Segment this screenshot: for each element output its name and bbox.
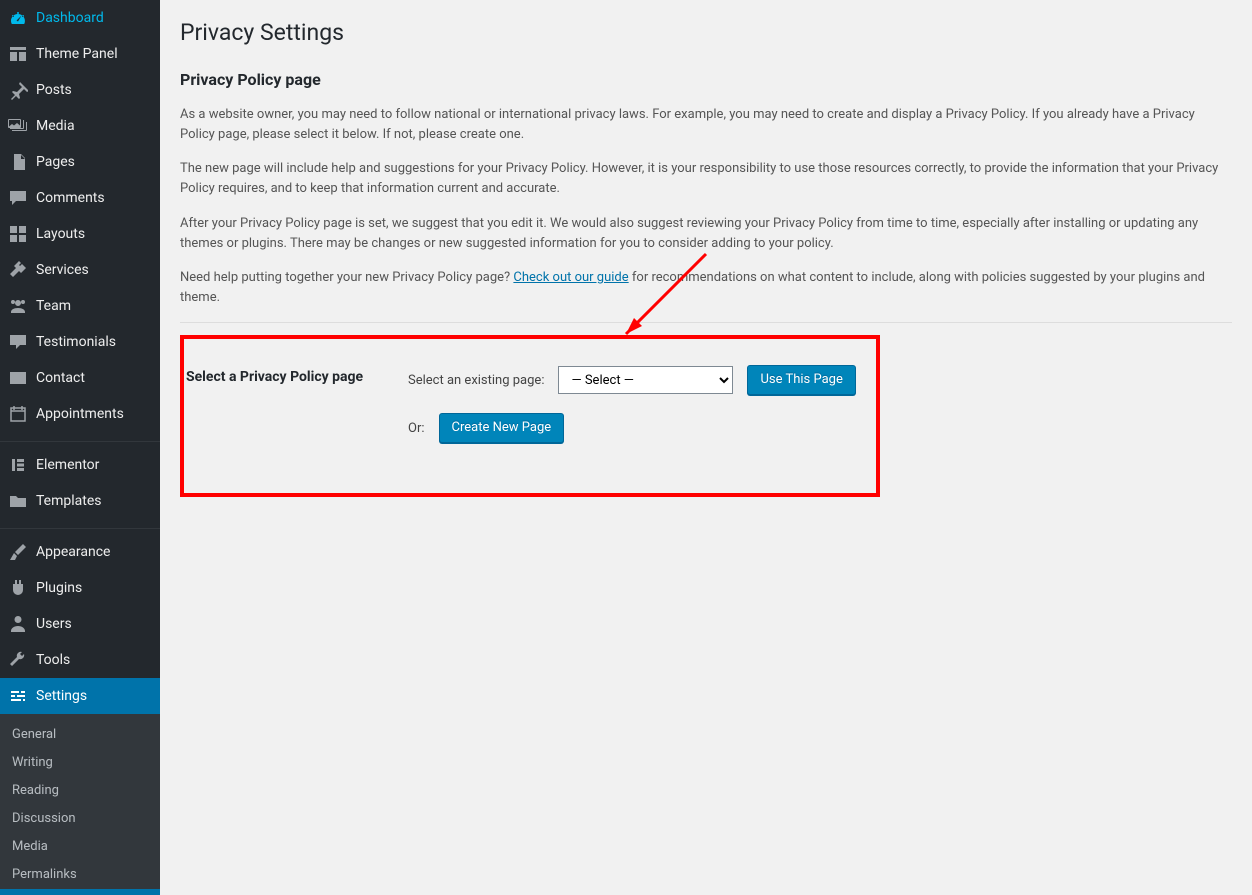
sidebar-item-elementor: Elementor [0,447,160,483]
or-label: Or: [408,421,425,436]
sidebar-label: Tools [36,651,70,669]
sidebar-item-appointments: Appointments [0,396,160,432]
sidebar-label: Templates [36,492,102,510]
page-icon [8,152,28,172]
plugin-icon [8,578,28,598]
sidebar-item-posts: Posts [0,72,160,108]
sidebar-item-settings: Settings [0,678,160,714]
groups-icon [8,296,28,316]
folder-icon [8,491,28,511]
sidebar-label: Contact [36,369,85,387]
elementor-icon [8,455,28,475]
grid-icon [8,224,28,244]
hammer-icon [8,260,28,280]
testimonial-icon [8,332,28,352]
sidebar-item-services: Services [0,252,160,288]
submenu-item-general: General [0,721,160,749]
create-new-page-button[interactable]: Create New Page [439,413,565,443]
media-icon [8,116,28,136]
sidebar-label: Posts [36,81,72,99]
submenu-item-discussion: Discussion [0,805,160,833]
admin-sidebar: Dashboard Theme Panel Posts Media Pages … [0,0,160,895]
sidebar-item-templates: Templates [0,483,160,519]
intro-paragraph-2: The new page will include help and sugge… [180,159,1230,199]
sidebar-item-pages: Pages [0,144,160,180]
sidebar-label: Dashboard [36,9,104,27]
sidebar-item-tools: Tools [0,642,160,678]
sidebar-label: Plugins [36,579,82,597]
section-heading: Privacy Policy page [180,70,1232,89]
sidebar-item-comments: Comments [0,180,160,216]
sidebar-item-testimonials: Testimonials [0,324,160,360]
settings-submenu: General Writing Reading Discussion Media… [0,714,160,895]
sidebar-item-appearance: Appearance [0,534,160,570]
sidebar-label: Team [36,297,71,315]
sidebar-item-plugins: Plugins [0,570,160,606]
sidebar-label: Comments [36,189,105,207]
separator [0,437,160,442]
page-title: Privacy Settings [180,19,1232,46]
sidebar-label: Media [36,117,75,135]
brush-icon [8,542,28,562]
sidebar-item-layouts: Layouts [0,216,160,252]
annotation-arrow [596,244,716,364]
sidebar-label: Users [36,615,72,633]
sidebar-item-team: Team [0,288,160,324]
pin-icon [8,80,28,100]
sidebar-label: Layouts [36,225,85,243]
dashboard-icon [8,8,28,28]
privacy-page-select[interactable]: — Select — [558,366,733,394]
comment-icon [8,188,28,208]
calendar-icon [8,404,28,424]
sidebar-label: Elementor [36,456,99,474]
sidebar-label: Appointments [36,405,124,423]
highlighted-form-area: Select a Privacy Policy page Select an e… [180,335,880,497]
submenu-item-reading: Reading [0,777,160,805]
sidebar-item-theme-panel: Theme Panel [0,36,160,72]
select-existing-label: Select an existing page: [408,373,544,388]
sidebar-item-contact: Contact [0,360,160,396]
user-icon [8,614,28,634]
submenu-item-privacy: Privacy [0,889,160,895]
sliders-icon [8,686,28,706]
sidebar-item-media: Media [0,108,160,144]
sidebar-label: Theme Panel [36,45,118,63]
submenu-item-media: Media [0,833,160,861]
submenu-item-permalinks: Permalinks [0,861,160,889]
sidebar-item-dashboard: Dashboard [0,0,160,36]
sidebar-label: Services [36,261,89,279]
separator [0,524,160,529]
intro-paragraph-1: As a website owner, you may need to foll… [180,105,1230,145]
use-this-page-button[interactable]: Use This Page [747,365,855,395]
content-area: Privacy Settings Privacy Policy page As … [160,0,1252,895]
sidebar-label: Pages [36,153,75,171]
form-row-label: Select a Privacy Policy page [186,359,406,467]
email-icon [8,368,28,388]
layout-icon [8,44,28,64]
sidebar-item-users: Users [0,606,160,642]
wrench-icon [8,650,28,670]
sidebar-label: Appearance [36,543,110,561]
sidebar-label: Testimonials [36,333,116,351]
submenu-item-writing: Writing [0,749,160,777]
sidebar-label: Settings [36,687,87,705]
